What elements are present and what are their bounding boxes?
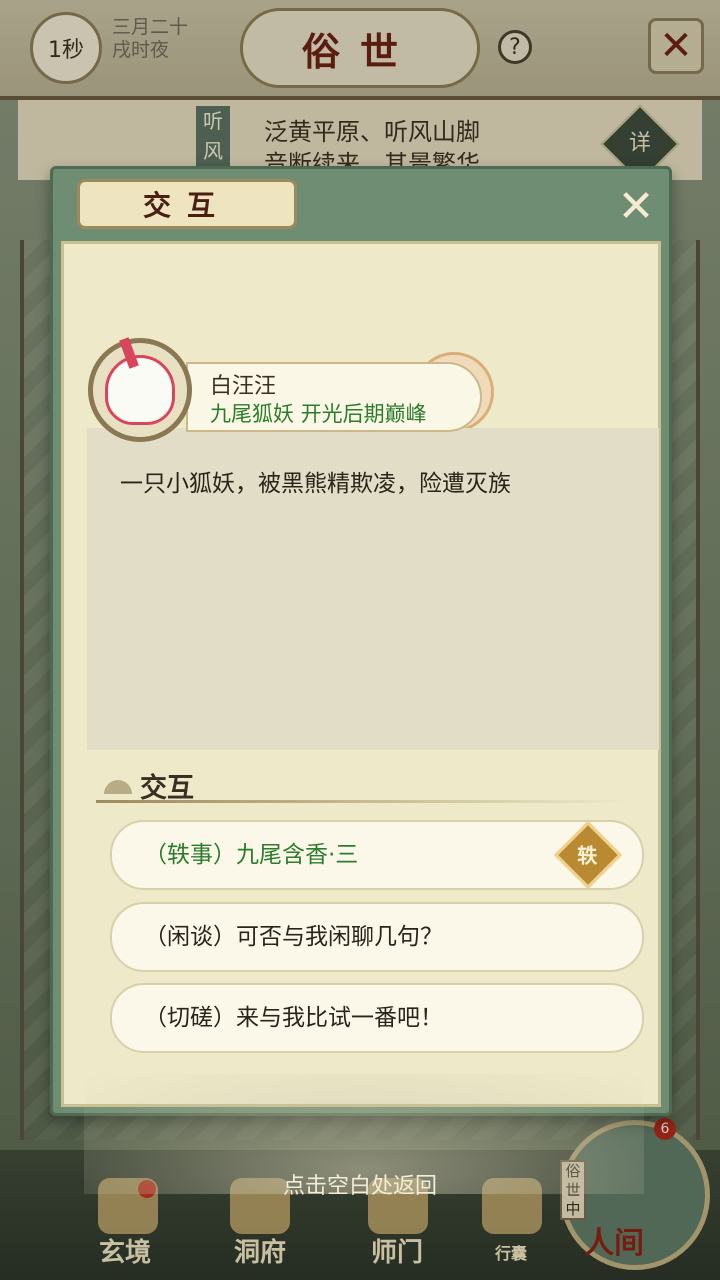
npc-title: 九尾狐妖 开光后期巅峰 — [210, 402, 427, 426]
npc-description: 一只小狐妖，被黑熊精欺凌，险遭灭族 — [120, 471, 511, 497]
cloud-icon — [104, 780, 132, 794]
option-spar[interactable]: （切磋）来与我比试一番吧！ — [110, 983, 644, 1053]
npc-avatar — [88, 338, 192, 442]
interaction-dialog: 交互 ✕ 白汪汪 九尾狐妖 开光后期巅峰 一只小狐妖，被黑熊精欺凌，险遭灭族 交… — [50, 166, 672, 1194]
npc-name: 白汪汪 — [210, 374, 277, 399]
return-hint: 点击空白处返回 — [282, 1174, 437, 1199]
fox-portrait-icon — [105, 355, 175, 425]
section-divider — [96, 800, 632, 803]
anecdote-tag-label: 轶 — [577, 843, 598, 868]
dialog-body: 白汪汪 九尾狐妖 开光后期巅峰 一只小狐妖，被黑熊精欺凌，险遭灭族 交互 （轶事… — [61, 241, 661, 1194]
dialog-title: 交互 — [77, 179, 297, 229]
dialog-close-icon[interactable]: ✕ — [611, 181, 661, 232]
option-chat[interactable]: （闲谈）可否与我闲聊几句？ — [110, 902, 644, 972]
